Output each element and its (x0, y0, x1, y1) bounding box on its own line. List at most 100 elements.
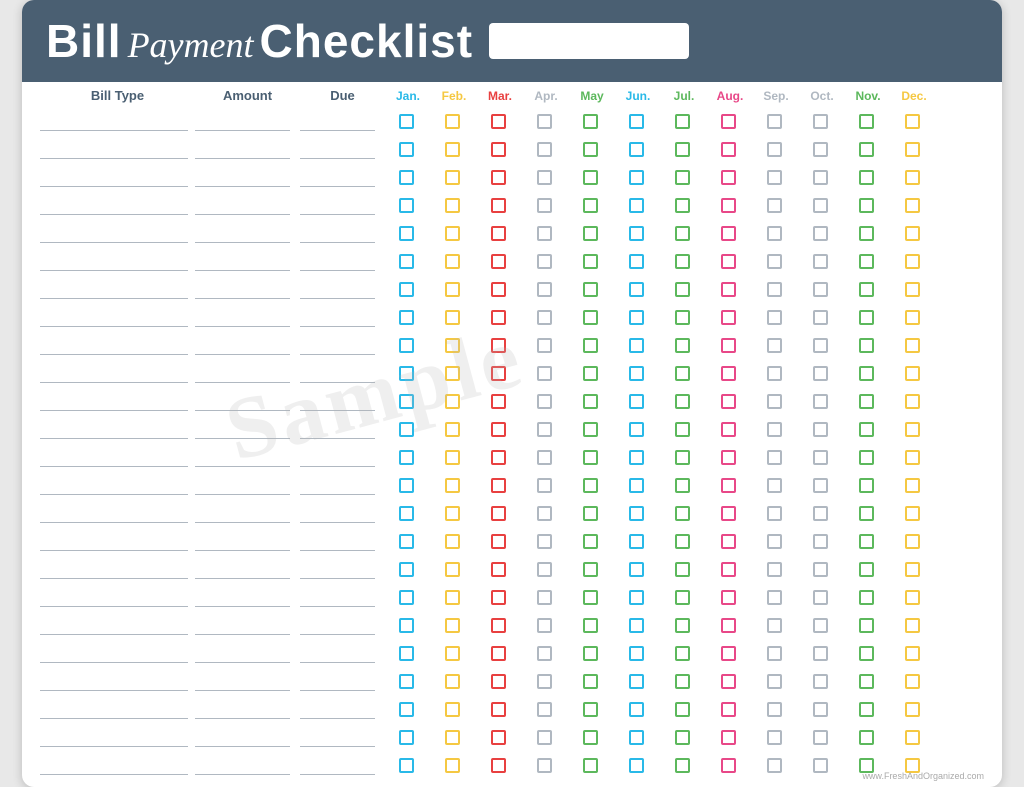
checkbox-mar[interactable] (491, 310, 506, 325)
checkbox-dec[interactable] (905, 114, 920, 129)
checkbox-dec[interactable] (905, 422, 920, 437)
checkbox-nov[interactable] (859, 226, 874, 241)
field-amount[interactable] (195, 223, 290, 243)
checkbox-jul[interactable] (675, 534, 690, 549)
checkbox-aug[interactable] (721, 534, 736, 549)
field-bill-type[interactable] (40, 587, 188, 607)
checkbox-jul[interactable] (675, 730, 690, 745)
field-bill-type[interactable] (40, 475, 188, 495)
checkbox-mar[interactable] (491, 282, 506, 297)
checkbox-aug[interactable] (721, 254, 736, 269)
checkbox-apr[interactable] (537, 618, 552, 633)
checkbox-feb[interactable] (445, 618, 460, 633)
checkbox-sep[interactable] (767, 618, 782, 633)
checkbox-aug[interactable] (721, 478, 736, 493)
field-bill-type[interactable] (40, 699, 188, 719)
checkbox-apr[interactable] (537, 366, 552, 381)
checkbox-aug[interactable] (721, 282, 736, 297)
checkbox-oct[interactable] (813, 366, 828, 381)
checkbox-aug[interactable] (721, 114, 736, 129)
checkbox-nov[interactable] (859, 618, 874, 633)
checkbox-nov[interactable] (859, 478, 874, 493)
header-name-input[interactable] (489, 23, 689, 59)
checkbox-nov[interactable] (859, 674, 874, 689)
field-bill-type[interactable] (40, 727, 188, 747)
field-due[interactable] (300, 727, 375, 747)
checkbox-sep[interactable] (767, 170, 782, 185)
checkbox-dec[interactable] (905, 282, 920, 297)
checkbox-nov[interactable] (859, 422, 874, 437)
checkbox-nov[interactable] (859, 310, 874, 325)
field-amount[interactable] (195, 307, 290, 327)
checkbox-jan[interactable] (399, 702, 414, 717)
field-due[interactable] (300, 503, 375, 523)
checkbox-sep[interactable] (767, 142, 782, 157)
checkbox-sep[interactable] (767, 534, 782, 549)
checkbox-jun[interactable] (629, 338, 644, 353)
field-amount[interactable] (195, 503, 290, 523)
checkbox-dec[interactable] (905, 366, 920, 381)
checkbox-jul[interactable] (675, 702, 690, 717)
checkbox-sep[interactable] (767, 394, 782, 409)
checkbox-jun[interactable] (629, 562, 644, 577)
checkbox-jul[interactable] (675, 506, 690, 521)
checkbox-sep[interactable] (767, 338, 782, 353)
checkbox-dec[interactable] (905, 450, 920, 465)
checkbox-nov[interactable] (859, 394, 874, 409)
checkbox-aug[interactable] (721, 506, 736, 521)
checkbox-apr[interactable] (537, 674, 552, 689)
checkbox-jul[interactable] (675, 226, 690, 241)
checkbox-oct[interactable] (813, 534, 828, 549)
checkbox-mar[interactable] (491, 142, 506, 157)
checkbox-oct[interactable] (813, 646, 828, 661)
checkbox-jun[interactable] (629, 646, 644, 661)
checkbox-aug[interactable] (721, 450, 736, 465)
checkbox-mar[interactable] (491, 422, 506, 437)
checkbox-jul[interactable] (675, 142, 690, 157)
field-due[interactable] (300, 307, 375, 327)
checkbox-may[interactable] (583, 674, 598, 689)
checkbox-aug[interactable] (721, 562, 736, 577)
checkbox-jun[interactable] (629, 506, 644, 521)
checkbox-dec[interactable] (905, 730, 920, 745)
checkbox-mar[interactable] (491, 590, 506, 605)
field-amount[interactable] (195, 335, 290, 355)
field-due[interactable] (300, 251, 375, 271)
field-due[interactable] (300, 531, 375, 551)
checkbox-sep[interactable] (767, 562, 782, 577)
field-bill-type[interactable] (40, 363, 188, 383)
field-bill-type[interactable] (40, 307, 188, 327)
checkbox-jan[interactable] (399, 170, 414, 185)
checkbox-apr[interactable] (537, 170, 552, 185)
checkbox-feb[interactable] (445, 142, 460, 157)
checkbox-apr[interactable] (537, 394, 552, 409)
checkbox-aug[interactable] (721, 618, 736, 633)
checkbox-dec[interactable] (905, 562, 920, 577)
checkbox-mar[interactable] (491, 366, 506, 381)
checkbox-jan[interactable] (399, 142, 414, 157)
field-due[interactable] (300, 755, 375, 775)
field-bill-type[interactable] (40, 223, 188, 243)
checkbox-jul[interactable] (675, 282, 690, 297)
checkbox-feb[interactable] (445, 534, 460, 549)
checkbox-oct[interactable] (813, 478, 828, 493)
checkbox-may[interactable] (583, 478, 598, 493)
checkbox-jan[interactable] (399, 646, 414, 661)
checkbox-dec[interactable] (905, 534, 920, 549)
checkbox-jan[interactable] (399, 338, 414, 353)
checkbox-oct[interactable] (813, 254, 828, 269)
checkbox-dec[interactable] (905, 506, 920, 521)
checkbox-aug[interactable] (721, 758, 736, 773)
checkbox-jan[interactable] (399, 478, 414, 493)
field-amount[interactable] (195, 643, 290, 663)
checkbox-jun[interactable] (629, 758, 644, 773)
field-amount[interactable] (195, 559, 290, 579)
checkbox-feb[interactable] (445, 338, 460, 353)
checkbox-mar[interactable] (491, 170, 506, 185)
checkbox-jan[interactable] (399, 310, 414, 325)
checkbox-oct[interactable] (813, 226, 828, 241)
checkbox-feb[interactable] (445, 310, 460, 325)
field-due[interactable] (300, 699, 375, 719)
checkbox-may[interactable] (583, 758, 598, 773)
checkbox-nov[interactable] (859, 142, 874, 157)
